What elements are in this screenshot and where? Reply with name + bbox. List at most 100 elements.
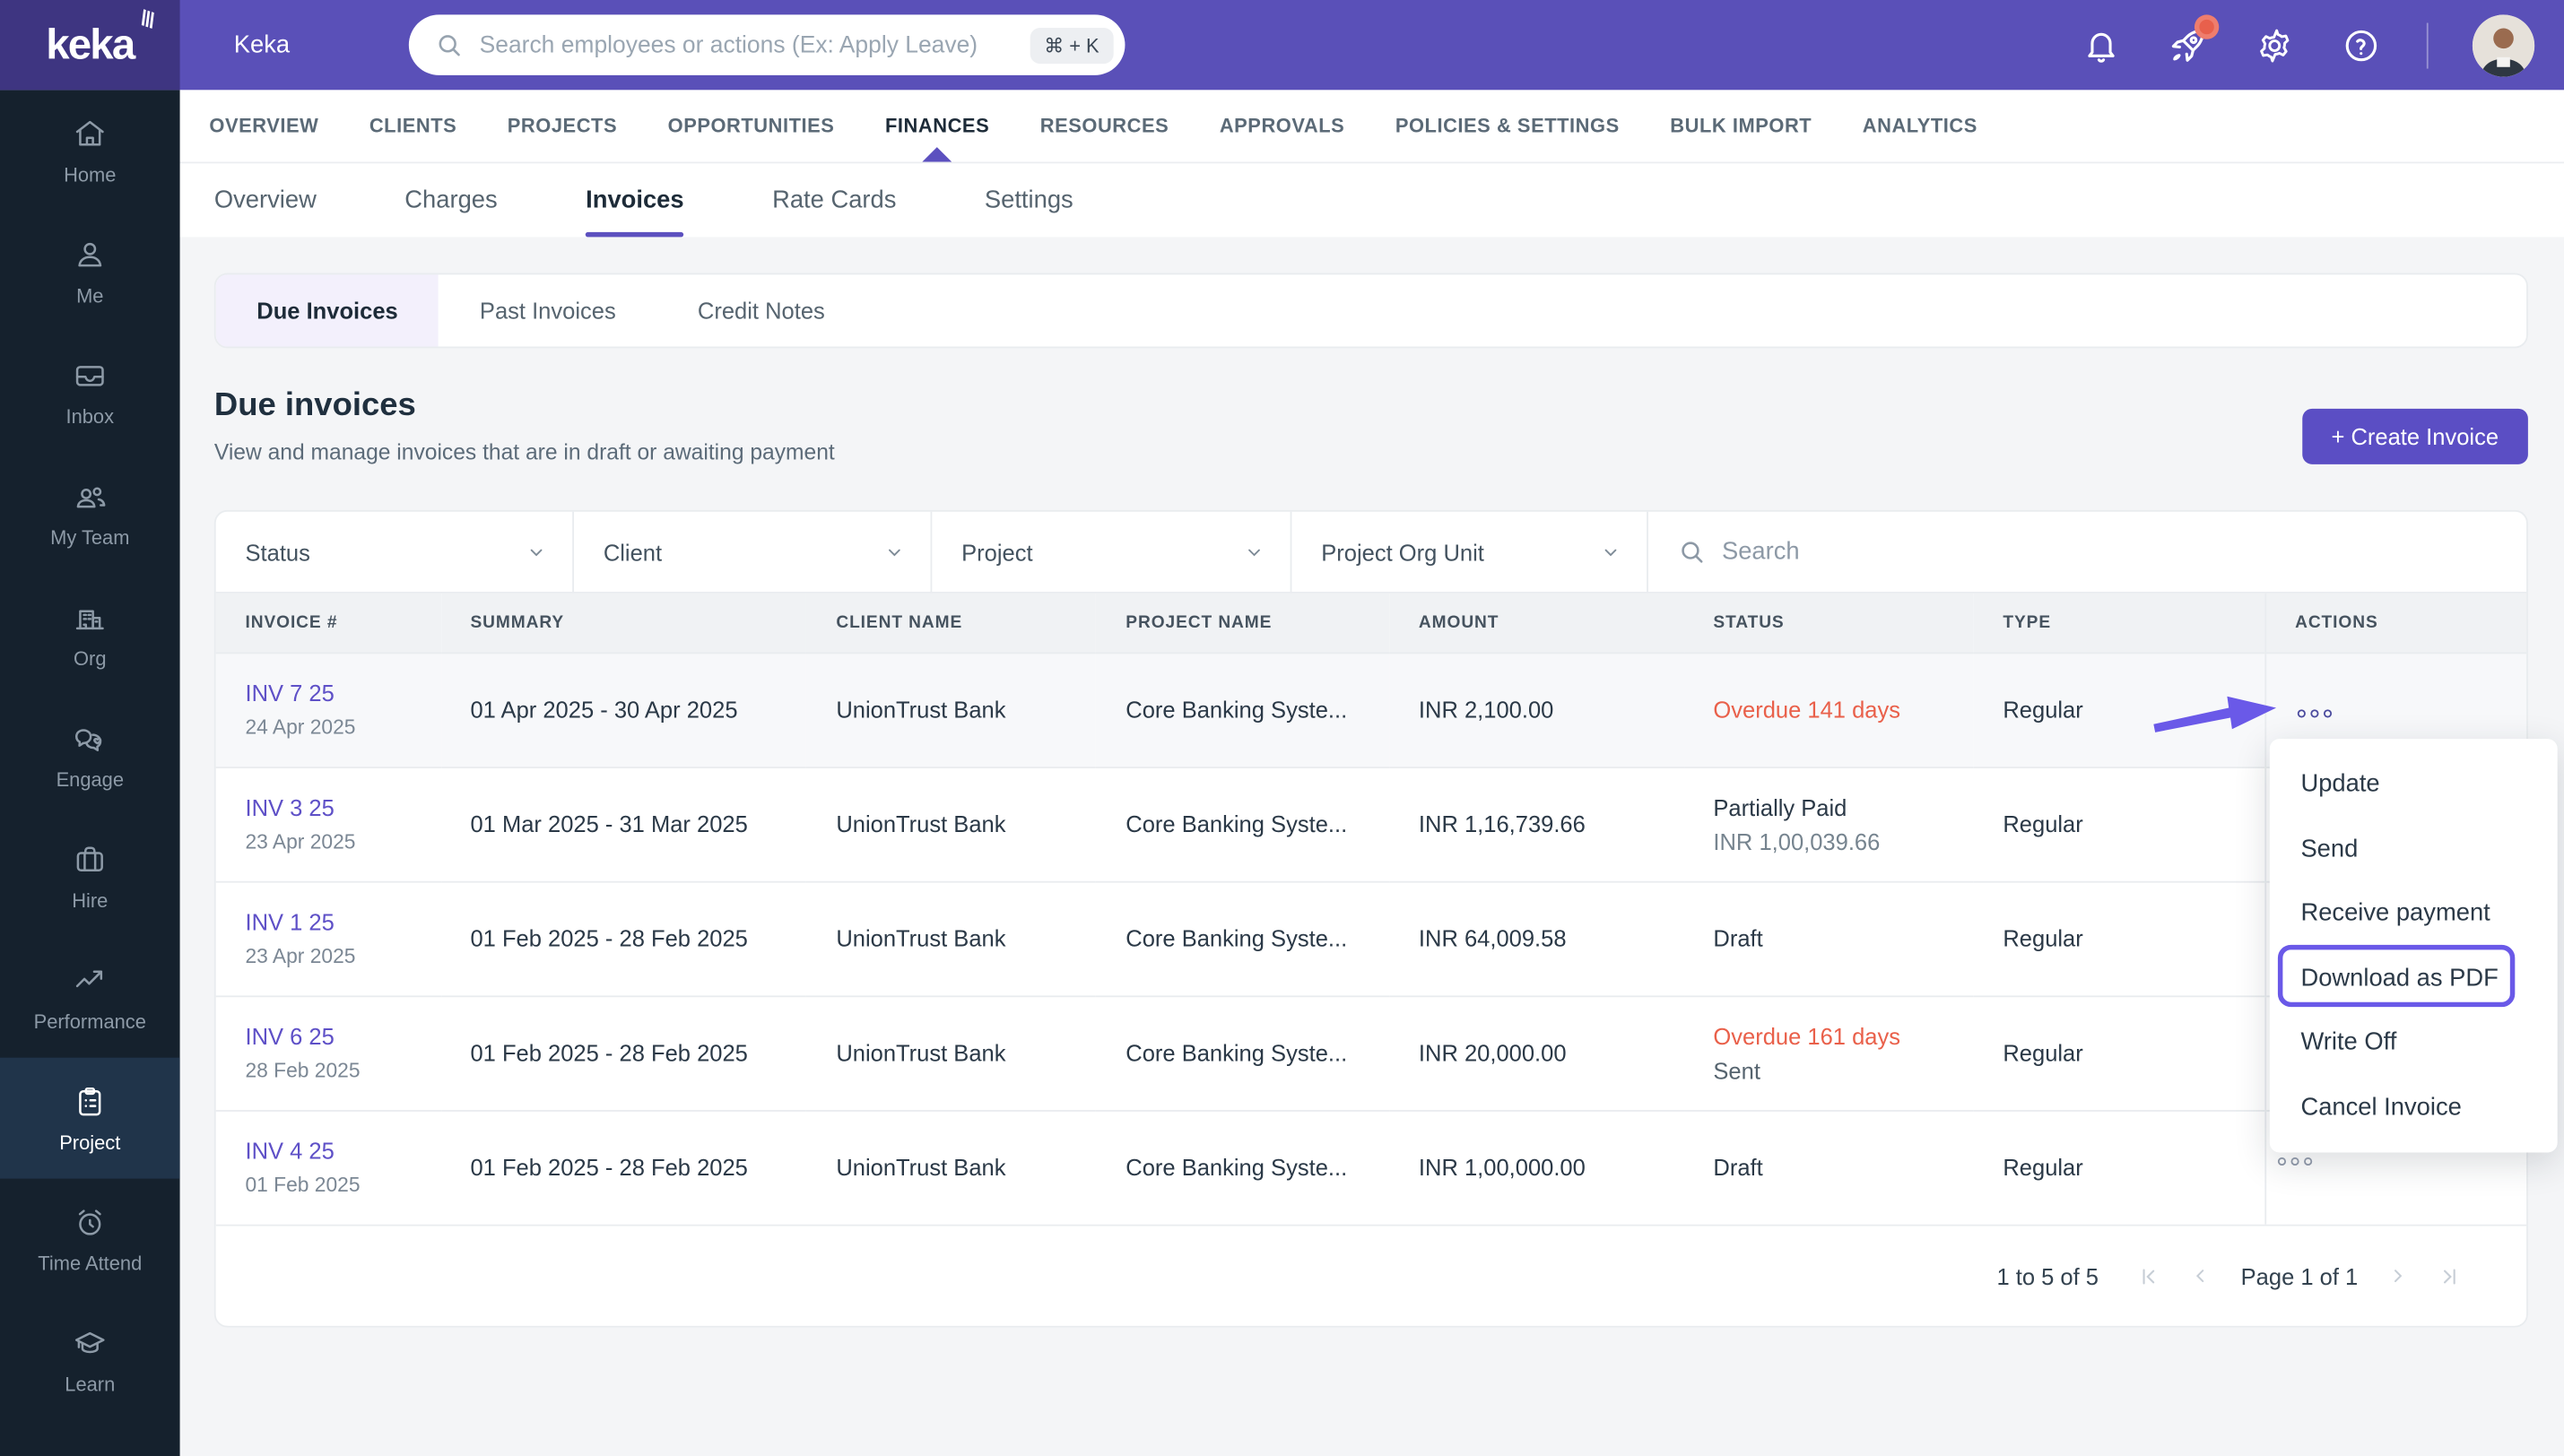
main-content: Due Invoices Past Invoices Credit Notes …	[180, 237, 2564, 1456]
col-status: STATUS	[1683, 593, 1974, 653]
sidebar-item-performance[interactable]: Performance	[0, 937, 180, 1058]
sidebar-item-label: Time Attend	[38, 1251, 143, 1275]
menu-item-cancel-invoice[interactable]: Cancel Invoice	[2270, 1075, 2558, 1140]
menu-item-receive-payment[interactable]: Receive payment	[2270, 881, 2558, 946]
project-cell: Core Banking Syste...	[1096, 1109, 1390, 1225]
amount-cell: INR 1,00,000.00	[1389, 1109, 1684, 1225]
invoice-link[interactable]: INV 6 25	[246, 1023, 429, 1049]
sidebar-item-time-attend[interactable]: Time Attend	[0, 1179, 180, 1300]
my-team-icon	[76, 486, 106, 507]
summary-cell: 01 Apr 2025 - 30 Apr 2025	[440, 651, 807, 767]
subnav-rate-cards[interactable]: Rate Cards	[772, 163, 896, 237]
time-attend-icon	[78, 1209, 101, 1235]
invoice-link[interactable]: INV 1 25	[246, 909, 429, 935]
global-search-bar[interactable]: ⌘ + K	[409, 14, 1126, 75]
menu-item-update[interactable]: Update	[2270, 752, 2558, 817]
sidebar-item-org[interactable]: Org	[0, 574, 180, 695]
last-page-icon[interactable]	[2438, 1264, 2462, 1287]
tab-due-invoices[interactable]: Due Invoices	[215, 274, 439, 347]
settings-gear-icon[interactable]	[2254, 23, 2296, 65]
project-filter-dropdown[interactable]: Project	[932, 511, 1292, 593]
first-page-icon[interactable]	[2138, 1264, 2161, 1287]
header-divider	[2426, 22, 2429, 68]
row-actions-menu-icon[interactable]	[2274, 1157, 2315, 1166]
nav-finances[interactable]: FINANCES	[885, 90, 989, 162]
subnav-charges[interactable]: Charges	[404, 163, 497, 237]
keka-logo[interactable]: keka \\\	[0, 0, 180, 91]
sidebar-item-home[interactable]: Home	[0, 90, 180, 211]
type-cell: Regular	[1973, 1109, 2265, 1225]
subnav-invoices[interactable]: Invoices	[586, 163, 684, 238]
col-amount: AMOUNT	[1389, 593, 1684, 653]
invoice-link[interactable]: INV 7 25	[246, 680, 429, 706]
invoice-date: 23 Apr 2025	[245, 944, 356, 968]
tab-past-invoices[interactable]: Past Invoices	[439, 274, 656, 346]
next-page-icon[interactable]	[2387, 1265, 2409, 1287]
status-filter-dropdown[interactable]: Status	[216, 511, 574, 593]
page-header: Due invoices View and manage invoices th…	[214, 387, 2528, 464]
subnav-overview[interactable]: Overview	[214, 163, 317, 237]
sidebar-item-engage[interactable]: Engage	[0, 695, 180, 816]
global-search-input[interactable]	[479, 31, 1030, 58]
nav-approvals[interactable]: APPROVALS	[1220, 90, 1344, 161]
create-invoice-button[interactable]: + Create Invoice	[2301, 408, 2528, 464]
tab-credit-notes[interactable]: Credit Notes	[656, 274, 865, 346]
row-actions-menu-icon[interactable]	[2295, 709, 2335, 718]
nav-bulk-import[interactable]: BULK IMPORT	[1670, 90, 1812, 161]
table-row: INV 7 25 24 Apr 2025 01 Apr 2025 - 30 Apr…	[215, 651, 2527, 767]
sidebar-item-label: Engage	[56, 767, 125, 791]
invoice-link[interactable]: INV 4 25	[246, 1139, 429, 1165]
sidebar-item-my-team[interactable]: My Team	[0, 453, 180, 574]
invoices-table: INVOICE # SUMMARY CLIENT NAME PROJECT NA…	[215, 593, 2527, 1225]
summary-cell: 01 Mar 2025 - 31 Mar 2025	[440, 766, 807, 881]
nav-clients[interactable]: CLIENTS	[369, 90, 456, 161]
summary-cell: 01 Feb 2025 - 28 Feb 2025	[440, 880, 807, 996]
learn-icon	[74, 1330, 105, 1353]
search-shortcut-badge: ⌘ + K	[1029, 27, 1115, 64]
sidebar-item-me[interactable]: Me	[0, 211, 180, 332]
sidebar-item-inbox[interactable]: Inbox	[0, 332, 180, 453]
status-badge: Overdue 141 days	[1713, 696, 1901, 723]
sidebar-item-label: Learn	[65, 1372, 116, 1396]
help-icon[interactable]	[2340, 23, 2382, 65]
home-icon	[75, 119, 104, 145]
active-tab-caret	[922, 147, 952, 162]
client-filter-dropdown[interactable]: Client	[574, 511, 933, 593]
nav-policies-settings[interactable]: POLICIES & SETTINGS	[1395, 90, 1620, 161]
menu-item-write-off[interactable]: Write Off	[2270, 1010, 2558, 1075]
menu-item-download-as-pdf[interactable]: Download as PDF	[2270, 946, 2558, 1010]
nav-resources[interactable]: RESOURCES	[1040, 90, 1169, 161]
notifications-bell-icon[interactable]	[2080, 23, 2122, 65]
sidebar-item-hire[interactable]: Hire	[0, 816, 180, 937]
nav-opportunities[interactable]: OPPORTUNITIES	[668, 90, 835, 161]
finances-subnav: Overview Charges Invoices Rate Cards Set…	[179, 163, 2564, 238]
app-title: Keka	[233, 30, 291, 59]
logo-spark-icon: \\\	[137, 4, 158, 33]
invoice-link[interactable]: INV 3 25	[246, 794, 429, 820]
prev-page-icon[interactable]	[2190, 1265, 2212, 1287]
table-search[interactable]	[1648, 512, 2526, 592]
header-actions	[2080, 13, 2564, 76]
invoice-date: 23 Apr 2025	[245, 830, 356, 854]
nav-overview[interactable]: OVERVIEW	[209, 90, 318, 161]
status-sub-text: INR 1,00,039.66	[1713, 828, 1881, 854]
project-org-unit-filter-dropdown[interactable]: Project Org Unit	[1291, 511, 1648, 593]
status-badge: Partially Paid	[1713, 793, 1847, 820]
engage-icon	[74, 728, 102, 751]
status-badge: Draft	[1713, 925, 1763, 952]
summary-cell: 01 Feb 2025 - 28 Feb 2025	[440, 994, 807, 1111]
whats-new-rocket-icon[interactable]	[2167, 13, 2220, 65]
subnav-settings[interactable]: Settings	[985, 163, 1073, 237]
sidebar-item-project[interactable]: Project	[0, 1057, 180, 1179]
page-title: Due invoices	[213, 387, 416, 424]
search-icon	[439, 35, 461, 56]
nav-analytics[interactable]: ANALYTICS	[1863, 90, 1977, 161]
table-search-input[interactable]	[1721, 537, 2498, 566]
nav-projects[interactable]: PROJECTS	[508, 90, 617, 161]
pagination-range: 1 to 5 of 5	[1996, 1262, 2099, 1289]
menu-item-send[interactable]: Send	[2270, 817, 2558, 881]
user-avatar[interactable]	[2472, 13, 2535, 76]
sidebar-item-learn[interactable]: Learn	[0, 1300, 180, 1421]
sidebar-item-label: Hire	[72, 888, 109, 912]
sidebar-item-label: Org	[74, 646, 107, 670]
